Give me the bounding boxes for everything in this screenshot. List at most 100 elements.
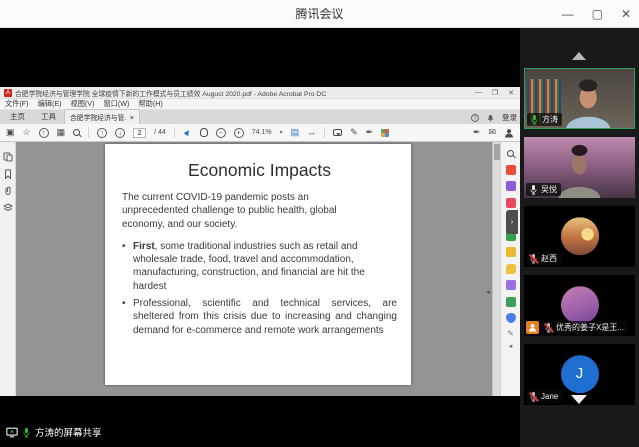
hand-tool-icon[interactable]	[200, 128, 208, 137]
scrollbar-thumb[interactable]	[494, 144, 500, 160]
panel-search-icon[interactable]	[507, 150, 514, 157]
tab-tools[interactable]: 工具	[33, 109, 64, 124]
comment-tool-icon[interactable]	[506, 264, 516, 274]
toolbar-separator	[174, 127, 175, 138]
stamp-tool-icon[interactable]	[506, 297, 516, 307]
zoom-level-value[interactable]: 74.1%	[252, 129, 272, 136]
print-icon[interactable]: ▦	[57, 128, 66, 137]
export-pdf-icon[interactable]	[506, 165, 516, 175]
layers-icon[interactable]	[3, 203, 13, 213]
name-badge: Jane	[526, 390, 562, 403]
participant-tile-zhaoxi[interactable]: 赵西	[524, 206, 635, 267]
menu-help[interactable]: 帮助(H)	[138, 99, 162, 109]
share-status-label: 方涛的屏幕共享	[35, 425, 102, 439]
toolbar-separator	[88, 127, 89, 138]
toolbar-zoom-group: ► − + 74.1% ▾ ▤ ↔	[183, 128, 316, 138]
page-view-icon[interactable]: ▤	[291, 128, 300, 137]
zoom-out-icon[interactable]: −	[216, 128, 226, 138]
close-button[interactable]: ✕	[621, 7, 631, 21]
upload-share-icon[interactable]: ↑	[39, 128, 49, 138]
menu-view[interactable]: 视图(V)	[71, 99, 95, 109]
envelope-icon[interactable]: ✉	[488, 128, 496, 137]
edit-pdf-icon[interactable]	[506, 181, 516, 191]
maximize-button[interactable]: ▢	[592, 7, 603, 21]
acrobat-close-button[interactable]: ✕	[508, 89, 514, 97]
select-tool-icon[interactable]: ►	[181, 126, 193, 138]
hide-panel-arrow-icon[interactable]: ◄	[485, 290, 491, 296]
sign-in-link[interactable]: 登录	[502, 112, 517, 123]
slide-title: Economic Impacts	[122, 160, 397, 181]
minimize-button[interactable]: —	[562, 7, 574, 21]
zoom-caret-icon[interactable]: ▾	[280, 129, 283, 136]
scroll-down-icon[interactable]	[571, 395, 587, 404]
pdf-page: Economic Impacts The current COVID-19 pa…	[105, 144, 411, 385]
fit-width-icon[interactable]: ↔	[307, 128, 316, 137]
person-icon	[528, 323, 537, 332]
menu-file[interactable]: 文件(F)	[5, 99, 29, 109]
bookmarks-icon[interactable]	[3, 169, 13, 179]
tab-document-label: 合肥学院经济与管...	[70, 112, 126, 122]
acrobat-document-title: 合肥学院经济与管理学院 全球疫情下新的工作模式与员工绩效 August 2020…	[15, 88, 472, 98]
participant-tile-wuyue[interactable]: 吴悦	[524, 137, 635, 198]
participant-tile-fangtao[interactable]: 方涛	[524, 68, 635, 129]
more-tools-pencil-icon[interactable]: ✎	[507, 330, 514, 338]
participant-name: 优秀的姜子X是王...	[556, 322, 624, 333]
participant-tile-jiangzi[interactable]: 优秀的姜子X是王...	[524, 275, 635, 336]
tools-panel: ✎ ◄	[500, 142, 520, 396]
scroll-up-icon[interactable]	[572, 52, 586, 60]
share-status-bar: 方涛的屏幕共享	[6, 425, 102, 439]
request-signatures-icon[interactable]	[506, 247, 516, 257]
acrobat-body: Economic Impacts The current COVID-19 pa…	[0, 142, 520, 396]
fill-and-sign-icon[interactable]	[506, 280, 516, 290]
signature-pen-icon[interactable]: ✒	[473, 128, 481, 137]
bullet-rest: , some traditional industries such as re…	[133, 241, 365, 292]
page-thumbnails-icon[interactable]	[3, 152, 13, 162]
mic-muted-icon	[529, 253, 538, 264]
acrobat-tabbar: 主页 工具 合肥学院经济与管... × ? 登录	[0, 110, 520, 124]
slide-body: The current COVID-19 pandemic posts an u…	[122, 191, 397, 337]
tencent-meeting-window: 腾讯会议 — ▢ ✕ A 合肥学院经济与管理学院 全球疫情下新的工作模式与员工绩…	[0, 0, 639, 447]
organize-pages-icon[interactable]	[506, 198, 516, 208]
collapse-panel-icon[interactable]: ◄	[508, 344, 514, 350]
acrobat-toolbar: ▣ ☆ ↑ ▦ ↑ ↓ 2 / 44 ► − + 74.1% ▾ ▤	[0, 124, 520, 142]
menu-edit[interactable]: 编辑(E)	[38, 99, 62, 109]
mic-muted-icon	[544, 322, 553, 333]
tab-home[interactable]: 主页	[2, 109, 33, 124]
acrobat-minimize-button[interactable]: —	[475, 89, 482, 97]
tab-document[interactable]: 合肥学院经济与管... ×	[64, 109, 140, 124]
name-badge: 方涛	[527, 113, 562, 126]
previous-page-icon[interactable]: ↑	[97, 128, 107, 138]
screen-share-icon	[6, 427, 18, 438]
toolbar-separator	[324, 127, 325, 138]
guest-badge	[526, 321, 539, 334]
search-icon[interactable]	[73, 129, 80, 136]
fill-sign-icon[interactable]: ✒	[366, 128, 374, 137]
acrobat-app-icon: A	[4, 89, 12, 97]
page-number-input[interactable]: 2	[133, 128, 146, 138]
meeting-titlebar: 腾讯会议 — ▢ ✕	[0, 0, 639, 28]
participants-sidebar: 方涛 吴悦 赵西 优秀的姜子X是王...	[520, 28, 639, 447]
more-tools-icon[interactable]	[381, 129, 389, 137]
bell-icon[interactable]	[485, 112, 496, 123]
bullet-text: Professional, scientific and technical s…	[133, 297, 397, 337]
vertical-scrollbar[interactable]	[492, 142, 500, 396]
zoom-in-icon[interactable]: +	[234, 128, 244, 138]
mic-on-icon	[530, 114, 539, 125]
avatar-letter: J	[561, 355, 599, 393]
star-icon[interactable]: ☆	[23, 128, 31, 137]
document-area[interactable]: Economic Impacts The current COVID-19 pa…	[16, 142, 492, 396]
meeting-title: 腾讯会议	[295, 5, 343, 22]
next-page-icon[interactable]: ↓	[115, 128, 125, 138]
save-icon[interactable]: ▣	[6, 128, 15, 137]
comment-icon[interactable]	[333, 129, 342, 136]
protect-icon[interactable]	[506, 313, 516, 323]
attachments-icon[interactable]	[3, 186, 13, 196]
person-add-icon[interactable]	[504, 128, 514, 138]
menu-window[interactable]: 窗口(W)	[104, 99, 130, 109]
pencil-icon[interactable]: ✎	[350, 128, 358, 137]
help-icon[interactable]: ?	[471, 114, 479, 122]
participant-name: 方涛	[542, 114, 558, 125]
tab-close-icon[interactable]: ×	[130, 113, 134, 122]
acrobat-restore-button[interactable]: ❐	[492, 89, 498, 97]
expand-panel-tab[interactable]: ›	[506, 210, 518, 234]
